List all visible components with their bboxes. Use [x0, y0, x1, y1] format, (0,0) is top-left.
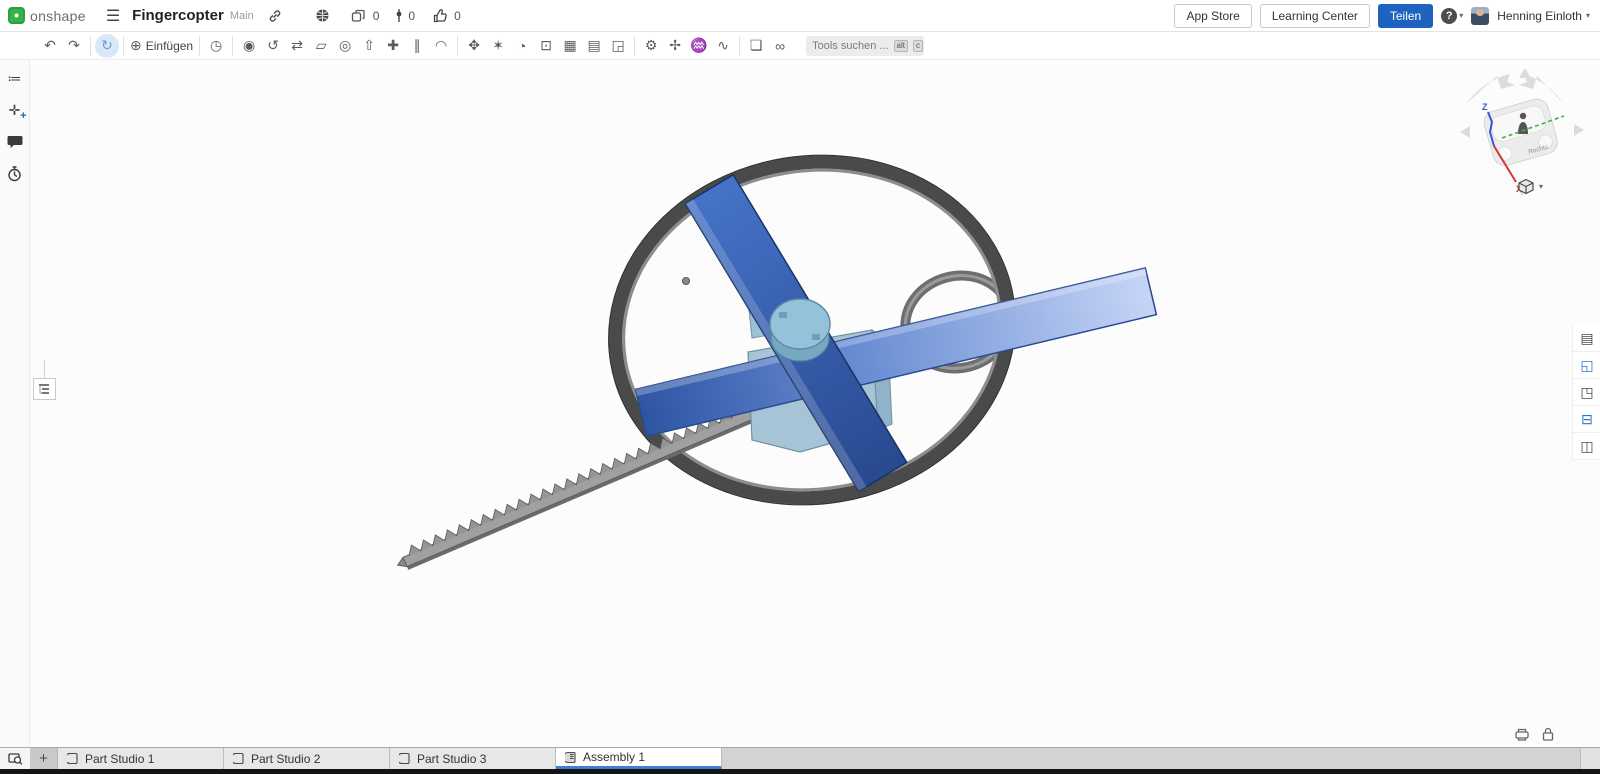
tab-label: Part Studio 2	[251, 752, 320, 766]
display-states-panel-icon[interactable]: ◳	[1573, 379, 1600, 406]
exploded-views-panel-icon[interactable]: ⊟	[1573, 406, 1600, 433]
ring-hole	[683, 278, 690, 285]
document-tab-bar: + Part Studio 1 Part Studio 2 Part Studi…	[0, 747, 1600, 769]
view-cube[interactable]: Rechts Z X	[1432, 60, 1600, 180]
configurations-panel-glyph: ◱	[1580, 357, 1593, 374]
panel-edge	[44, 360, 45, 379]
assembly-viewport[interactable]	[30, 60, 1600, 747]
instance-tree-toggle[interactable]	[33, 378, 56, 400]
bom-panel-icon[interactable]: ▤	[1573, 325, 1600, 352]
display-states-panel-glyph: ◳	[1580, 384, 1593, 401]
bottom-strip	[0, 769, 1600, 774]
configurations-panel-icon[interactable]: ◱	[1573, 352, 1600, 379]
tab-label: Part Studio 1	[85, 752, 154, 766]
tab-scroll-cell[interactable]	[1580, 748, 1600, 769]
tab-assembly-1[interactable]: Assembly 1	[556, 748, 722, 769]
tab-label: Part Studio 3	[417, 752, 486, 766]
exploded-views-panel-glyph: ⊟	[1581, 411, 1593, 428]
bom-panel-glyph: ▤	[1580, 330, 1593, 347]
part-studio-icon	[67, 752, 79, 765]
view-options-caret-icon: ▾	[1539, 182, 1543, 191]
view-options-menu[interactable]: ▾	[1517, 178, 1543, 195]
hub	[770, 299, 830, 361]
right-panel: ▤ ◱ ◳ ⊟ ◫	[1572, 325, 1600, 460]
blade-light	[636, 268, 1157, 436]
cube-icon	[1517, 178, 1535, 195]
named-positions-panel-icon[interactable]: ◫	[1573, 433, 1600, 460]
add-tab-button[interactable]: +	[30, 748, 58, 769]
tab-part-studio-2[interactable]: Part Studio 2	[224, 748, 390, 769]
tab-part-studio-3[interactable]: Part Studio 3	[390, 748, 556, 769]
part-studio-icon	[233, 752, 245, 765]
assembly-icon	[565, 751, 577, 764]
tab-search-icon[interactable]	[0, 748, 30, 769]
tab-part-studio-1[interactable]: Part Studio 1	[58, 748, 224, 769]
lock-icon[interactable]	[1540, 727, 1556, 741]
viewport-corner-icons	[1514, 727, 1556, 741]
named-positions-panel-glyph: ◫	[1580, 438, 1593, 455]
fingercopter-model	[0, 0, 1600, 747]
z-axis-label: Z	[1482, 102, 1488, 112]
tab-label: Assembly 1	[583, 750, 645, 764]
print-icon[interactable]	[1514, 727, 1530, 741]
onshape-app: onshape ☰ Fingercopter Main 0 0 0	[0, 0, 1600, 774]
part-studio-icon	[399, 752, 411, 765]
